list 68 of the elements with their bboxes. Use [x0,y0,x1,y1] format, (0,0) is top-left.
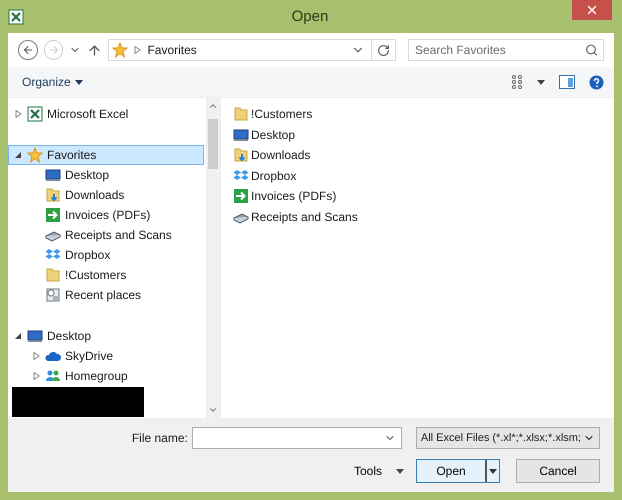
folder-icon [45,267,61,283]
file-name-label: File name: [132,431,188,445]
search-field[interactable]: Search Favorites [408,39,604,61]
monitor-icon [45,167,61,183]
tree-item[interactable]: !Customers [8,265,204,285]
preview-pane-button[interactable] [559,75,575,89]
view-grid-icon [511,75,525,89]
expanded-arrow-icon[interactable] [14,332,22,340]
collapsed-arrow-icon[interactable] [32,352,40,360]
search-icon[interactable] [585,44,598,56]
people-icon [45,368,61,384]
star-icon [112,42,128,58]
tools-button[interactable]: Tools [354,464,404,478]
file-item[interactable]: Invoices (PDFs) [233,186,602,206]
back-arrow-icon [22,44,34,56]
tree-item[interactable]: SkyDrive [8,346,204,366]
scrollbar[interactable] [206,98,220,418]
tree-item[interactable]: Dropbox [8,245,204,265]
file-item[interactable]: Dropbox [233,166,602,186]
close-icon [585,3,599,17]
address-bar[interactable]: Favorites [108,39,396,61]
spreadsheet-icon [8,8,24,24]
tree-item[interactable]: Downloads [8,185,204,205]
scroll-thumb[interactable] [208,119,218,169]
download-folder-icon [45,187,61,203]
file-item[interactable]: Desktop [233,124,602,145]
close-button[interactable] [572,0,612,20]
collapsed-arrow-icon[interactable] [32,372,40,380]
address-path[interactable]: Favorites [147,43,345,57]
star-icon [27,147,43,163]
help-icon [589,74,604,90]
caret-icon [396,468,404,474]
download-folder-icon [233,147,249,164]
view-options-button[interactable] [511,75,545,89]
tree-item[interactable]: Microsoft Excel [8,104,204,124]
open-button[interactable]: Open [416,459,500,483]
tree-item[interactable]: Recent places [8,285,204,305]
tree-item[interactable]: Invoices (PDFs) [8,205,204,225]
forward-arrow-icon [48,44,60,56]
caret-icon [489,468,497,474]
collapsed-arrow-icon[interactable] [134,46,142,54]
caret-icon [537,80,545,84]
refresh-icon [377,44,390,56]
recent-places-icon [45,287,61,303]
folder-icon [233,106,249,122]
tree-item[interactable]: Homegroup [8,366,204,386]
expanded-arrow-icon[interactable] [14,151,22,159]
tree-item[interactable]: Desktop [8,326,204,346]
monitor-icon [27,328,43,344]
monitor-icon [233,126,249,143]
file-item[interactable]: Downloads [233,145,602,166]
collapsed-arrow-icon[interactable] [14,110,22,118]
tree-item[interactable]: Favorites [8,145,204,165]
preview-pane-icon [559,75,575,89]
tree-item[interactable]: Desktop [8,165,204,185]
spreadsheet-icon [27,106,43,122]
file-item[interactable]: !Customers [233,104,602,124]
organize-button[interactable]: Organize [18,73,87,91]
window-title: Open [290,8,330,25]
tree-item[interactable]: Receipts and Scans [8,225,204,245]
file-item[interactable]: Receipts and Scans [233,206,602,227]
help-button[interactable] [589,74,604,90]
file-name-field[interactable] [192,427,402,449]
file-type-dropdown[interactable]: All Excel Files (*.xl*;*.xlsx;*.xlsm; [416,427,600,449]
back-button[interactable] [18,40,38,60]
caret-icon [74,80,83,84]
up-button[interactable] [87,42,102,58]
cancel-button[interactable]: Cancel [516,459,600,483]
